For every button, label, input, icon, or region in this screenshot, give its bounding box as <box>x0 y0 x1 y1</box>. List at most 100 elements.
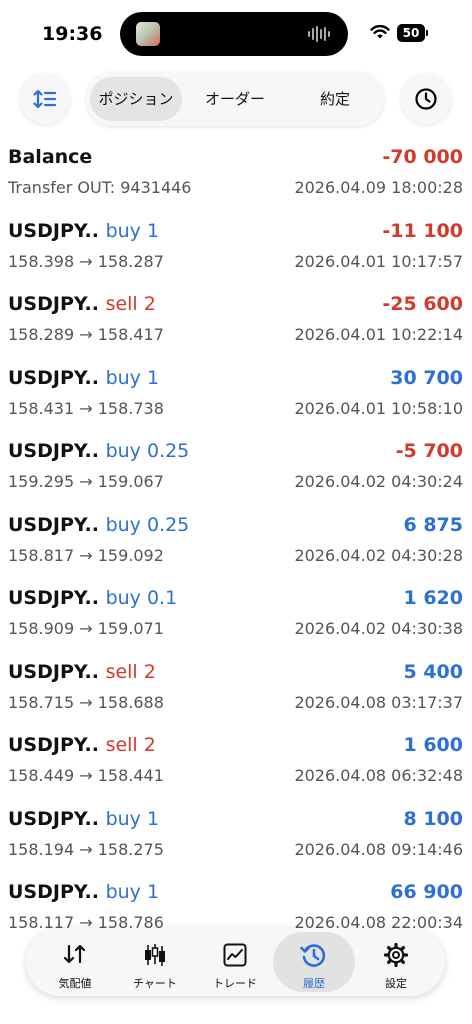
trade-prices: 158.194 → 158.275 <box>8 839 164 859</box>
nav-quotes[interactable]: 気配値 <box>34 932 116 992</box>
nav-trade-label: トレード <box>213 977 257 990</box>
trade-row[interactable]: USDJPY.. buy 1 30 700 158.431 → 158.738 … <box>0 363 472 437</box>
trade-title: USDJPY.. buy 0.1 <box>8 587 177 609</box>
trade-chart-icon <box>223 943 247 967</box>
history-icon <box>300 944 326 967</box>
trade-date: 2026.04.08 03:17:37 <box>294 692 463 712</box>
tab-orders[interactable]: オーダー <box>186 77 284 121</box>
trade-side: buy 1 <box>105 881 160 903</box>
period-button[interactable] <box>401 74 451 124</box>
trade-date: 2026.04.01 10:58:10 <box>294 398 463 418</box>
trade-date: 2026.04.02 04:30:24 <box>294 472 463 491</box>
trade-title: USDJPY.. buy 0.25 <box>8 514 189 536</box>
trade-profit: 6 875 <box>403 513 464 536</box>
trade-title: USDJPY.. buy 0.25 <box>8 440 189 462</box>
nav-quotes-label: 気配値 <box>58 977 92 990</box>
trade-row[interactable]: USDJPY.. buy 1 8 100 158.194 → 158.275 2… <box>0 804 472 878</box>
nav-history-label: 履歴 <box>303 977 325 990</box>
trade-date: 2026.04.08 09:14:46 <box>294 839 463 859</box>
nav-trade[interactable]: トレード <box>194 932 276 992</box>
trade-title: USDJPY.. buy 1 <box>8 367 159 389</box>
dynamic-island <box>120 12 348 56</box>
trade-symbol: USDJPY.. <box>8 881 99 903</box>
trade-date: 2026.04.02 04:30:28 <box>294 545 463 565</box>
trade-side: buy 0.25 <box>105 440 190 462</box>
battery-tip <box>426 30 428 36</box>
trade-symbol: USDJPY.. <box>8 587 99 609</box>
sort-icon <box>33 89 57 109</box>
status-time: 19:36 <box>42 23 103 45</box>
trade-profit: -25 600 <box>382 293 463 315</box>
trade-side: buy 1 <box>105 807 160 830</box>
trade-symbol: USDJPY.. <box>8 440 99 462</box>
trade-prices: 158.431 → 158.738 <box>8 398 164 418</box>
trade-prices: 158.715 → 158.688 <box>8 692 164 712</box>
status-bar: 19:36 50 <box>0 0 472 64</box>
trade-title: USDJPY.. buy 1 <box>8 881 159 903</box>
trade-prices: 158.817 → 159.092 <box>8 545 164 565</box>
trade-date: 2026.04.02 04:30:38 <box>294 619 463 638</box>
trade-row[interactable]: USDJPY.. buy 1 -11 100 158.398 → 158.287… <box>0 216 472 290</box>
trade-date: 2026.04.08 06:32:48 <box>294 766 463 785</box>
trade-prices: 159.295 → 159.067 <box>8 472 164 491</box>
trade-row[interactable]: USDJPY.. sell 2 5 400 158.715 → 158.688 … <box>0 657 472 731</box>
trade-row[interactable]: USDJPY.. buy 0.1 1 620 158.909 → 159.071… <box>0 583 472 657</box>
sort-button[interactable] <box>20 74 70 124</box>
nav-chart[interactable]: チャート <box>114 932 196 992</box>
trade-title: USDJPY.. sell 2 <box>8 293 156 315</box>
nav-settings[interactable]: 設定 <box>355 932 437 992</box>
trade-row[interactable]: USDJPY.. buy 0.25 6 875 158.817 → 159.09… <box>0 510 472 584</box>
balance-amount: -70 000 <box>382 146 463 168</box>
trade-row[interactable]: USDJPY.. buy 0.25 -5 700 159.295 → 159.0… <box>0 436 472 510</box>
trade-profit: 1 600 <box>403 734 464 756</box>
trade-row[interactable]: USDJPY.. sell 2 -25 600 158.289 → 158.41… <box>0 289 472 363</box>
trade-prices: 158.909 → 159.071 <box>8 619 164 638</box>
trade-date: 2026.04.01 10:22:14 <box>294 325 463 344</box>
trade-title: USDJPY.. buy 1 <box>8 808 159 830</box>
balance-description: Transfer OUT: 9431446 <box>8 178 192 197</box>
trade-symbol: USDJPY.. <box>8 734 99 756</box>
trade-prices: 158.449 → 158.441 <box>8 766 164 785</box>
trade-side: buy 1 <box>105 219 160 242</box>
tab-positions[interactable]: ポジション <box>90 77 182 121</box>
now-playing-thumbnail <box>136 22 160 46</box>
trade-profit: 8 100 <box>403 807 464 830</box>
bottom-tab-bar: 気配値 チャート トレード 履歴 設定 <box>26 928 445 996</box>
nav-history[interactable]: 履歴 <box>273 932 355 992</box>
audio-wave-icon <box>308 26 330 42</box>
history-toolbar: ポジション オーダー 約定 <box>0 72 472 128</box>
trade-profit: 30 700 <box>390 366 463 389</box>
wifi-icon <box>370 24 390 39</box>
trade-symbol: USDJPY.. <box>8 513 99 536</box>
history-segment-control: ポジション オーダー 約定 <box>86 72 384 126</box>
nav-chart-label: チャート <box>133 977 177 990</box>
nav-settings-label: 設定 <box>385 977 407 990</box>
trade-title: USDJPY.. buy 1 <box>8 220 159 242</box>
chart-candles-icon <box>145 944 165 966</box>
trade-symbol: USDJPY.. <box>8 293 99 315</box>
trade-side: buy 1 <box>105 366 160 389</box>
trade-side: sell 2 <box>105 734 156 756</box>
trade-title: USDJPY.. sell 2 <box>8 734 156 756</box>
trade-prices: 158.289 → 158.417 <box>8 325 164 344</box>
balance-title: Balance <box>8 146 93 168</box>
trade-symbol: USDJPY.. <box>8 660 99 683</box>
trade-symbol: USDJPY.. <box>8 366 99 389</box>
trade-profit: 5 400 <box>403 660 464 683</box>
trade-profit: 66 900 <box>390 881 463 903</box>
trade-date: 2026.04.01 10:17:57 <box>294 251 463 271</box>
clock-icon <box>415 88 437 110</box>
quotes-icon <box>63 944 86 964</box>
trade-row[interactable]: USDJPY.. sell 2 1 600 158.449 → 158.441 … <box>0 730 472 804</box>
trade-side: sell 2 <box>105 660 156 683</box>
balance-row[interactable]: Balance -70 000 Transfer OUT: 9431446 20… <box>0 142 472 216</box>
trade-profit: 1 620 <box>403 587 464 609</box>
trade-side: buy 0.1 <box>105 587 178 609</box>
trade-symbol: USDJPY.. <box>8 807 99 830</box>
balance-date: 2026.04.09 18:00:28 <box>294 178 463 197</box>
trade-symbol: USDJPY.. <box>8 219 99 242</box>
tab-deals[interactable]: 約定 <box>290 77 380 121</box>
trade-profit: -11 100 <box>382 219 463 242</box>
trade-profit: -5 700 <box>395 440 463 462</box>
gear-icon <box>383 942 409 968</box>
